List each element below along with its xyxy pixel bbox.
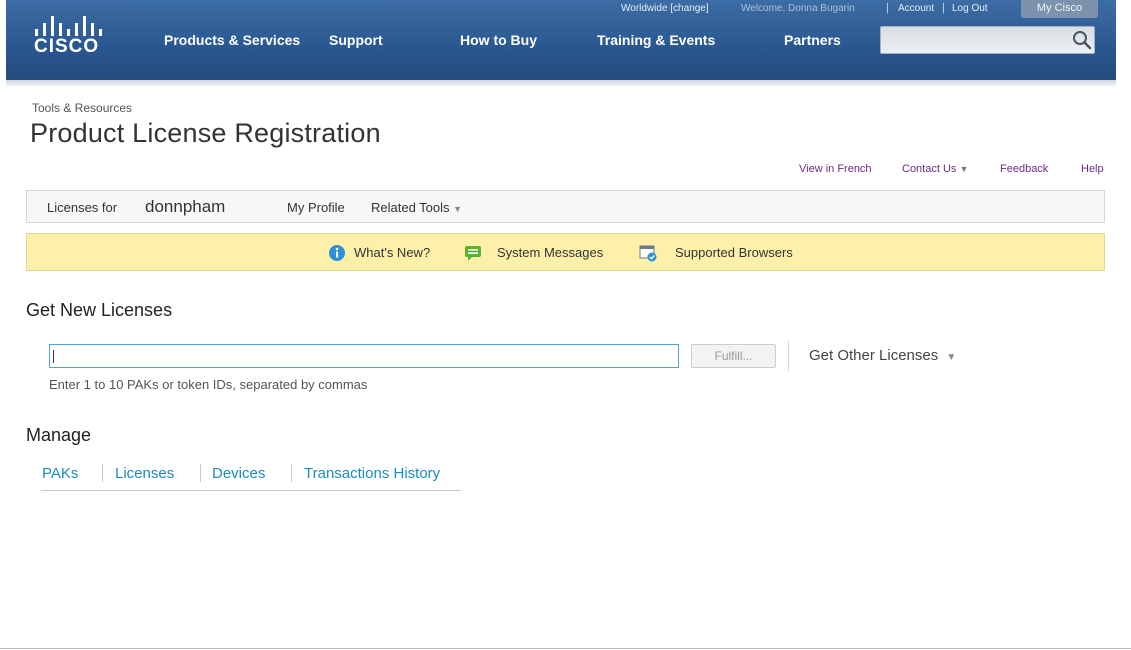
get-new-licenses-heading: Get New Licenses bbox=[26, 300, 173, 320]
pak-input[interactable] bbox=[49, 344, 679, 368]
related-tools-menu[interactable]: Related Tools ▼ bbox=[371, 200, 462, 215]
search-input[interactable] bbox=[880, 26, 1095, 54]
help-link[interactable]: Help bbox=[1081, 163, 1104, 175]
pak-text-field[interactable] bbox=[50, 345, 678, 367]
chevron-down-icon: ▼ bbox=[959, 164, 969, 174]
view-in-french-link[interactable]: View in French bbox=[799, 163, 872, 175]
get-other-licenses-menu[interactable]: Get Other Licenses ▼ bbox=[809, 347, 956, 364]
cisco-logo-bars bbox=[34, 14, 114, 36]
system-messages-link[interactable]: System Messages bbox=[497, 245, 603, 260]
breadcrumb[interactable]: Tools & Resources bbox=[32, 101, 132, 115]
message-bar: What's New? System Messages Supported Br… bbox=[26, 233, 1105, 271]
chat-message-icon bbox=[465, 246, 481, 261]
get-other-licenses-label: Get Other Licenses bbox=[809, 347, 939, 364]
tab-transactions-history[interactable]: Transactions History bbox=[304, 465, 440, 482]
my-cisco-button[interactable]: My Cisco bbox=[1021, 0, 1098, 18]
related-tools-label: Related Tools bbox=[371, 200, 450, 215]
nav-training-events[interactable]: Training & Events bbox=[597, 32, 715, 48]
info-icon bbox=[329, 245, 345, 261]
text-caret bbox=[53, 350, 54, 363]
manage-heading: Manage bbox=[26, 425, 92, 445]
header-shadow bbox=[6, 80, 1116, 86]
cisco-logo-text: CISCO bbox=[34, 36, 100, 57]
pak-hint-text: Enter 1 to 10 PAKs or token IDs, separat… bbox=[49, 377, 368, 392]
tab-licenses[interactable]: Licenses bbox=[115, 465, 174, 482]
cisco-logo[interactable]: CISCO bbox=[34, 14, 114, 64]
chevron-down-icon: ▼ bbox=[946, 352, 957, 363]
tab-devices[interactable]: Devices bbox=[212, 465, 265, 482]
worldwide-change-link[interactable]: Worldwide [change] bbox=[621, 3, 709, 14]
welcome-text: Welcome, Donna Bugarin bbox=[741, 3, 855, 14]
search-text-field[interactable] bbox=[881, 27, 1061, 53]
util-separator: | bbox=[886, 2, 889, 14]
account-link[interactable]: Account bbox=[898, 3, 934, 14]
tab-separator bbox=[291, 464, 292, 482]
divider bbox=[788, 341, 789, 371]
chevron-down-icon: ▼ bbox=[453, 204, 463, 214]
contact-us-label: Contact Us bbox=[902, 163, 957, 175]
search-icon[interactable] bbox=[1070, 28, 1094, 52]
contact-us-link[interactable]: Contact Us ▼ bbox=[902, 163, 968, 175]
page-bottom-divider bbox=[0, 648, 1131, 649]
logout-link[interactable]: Log Out bbox=[952, 3, 988, 14]
tab-paks[interactable]: PAKs bbox=[42, 465, 78, 482]
fulfill-button[interactable]: Fulfill... bbox=[691, 344, 776, 368]
nav-products-services[interactable]: Products & Services bbox=[164, 32, 300, 48]
my-profile-link[interactable]: My Profile bbox=[287, 200, 345, 215]
browser-check-icon bbox=[639, 245, 657, 262]
nav-support[interactable]: Support bbox=[329, 32, 383, 48]
whats-new-link[interactable]: What's New? bbox=[354, 245, 430, 260]
page-title: Product License Registration bbox=[30, 118, 381, 148]
tab-separator bbox=[200, 464, 201, 482]
username: donnpham bbox=[145, 197, 226, 216]
tab-separator bbox=[102, 464, 103, 482]
feedback-link[interactable]: Feedback bbox=[1000, 163, 1048, 175]
site-header: CISCO Products & Services Support How to… bbox=[6, 0, 1116, 80]
supported-browsers-link[interactable]: Supported Browsers bbox=[675, 245, 793, 260]
tabs-underline bbox=[41, 490, 461, 491]
licenses-for-label: Licenses for bbox=[47, 200, 118, 215]
util-separator: | bbox=[942, 2, 945, 14]
licenses-for-bar: Licenses for donnpham My Profile Related… bbox=[26, 190, 1105, 223]
nav-partners[interactable]: Partners bbox=[784, 32, 841, 48]
nav-how-to-buy[interactable]: How to Buy bbox=[460, 32, 537, 48]
